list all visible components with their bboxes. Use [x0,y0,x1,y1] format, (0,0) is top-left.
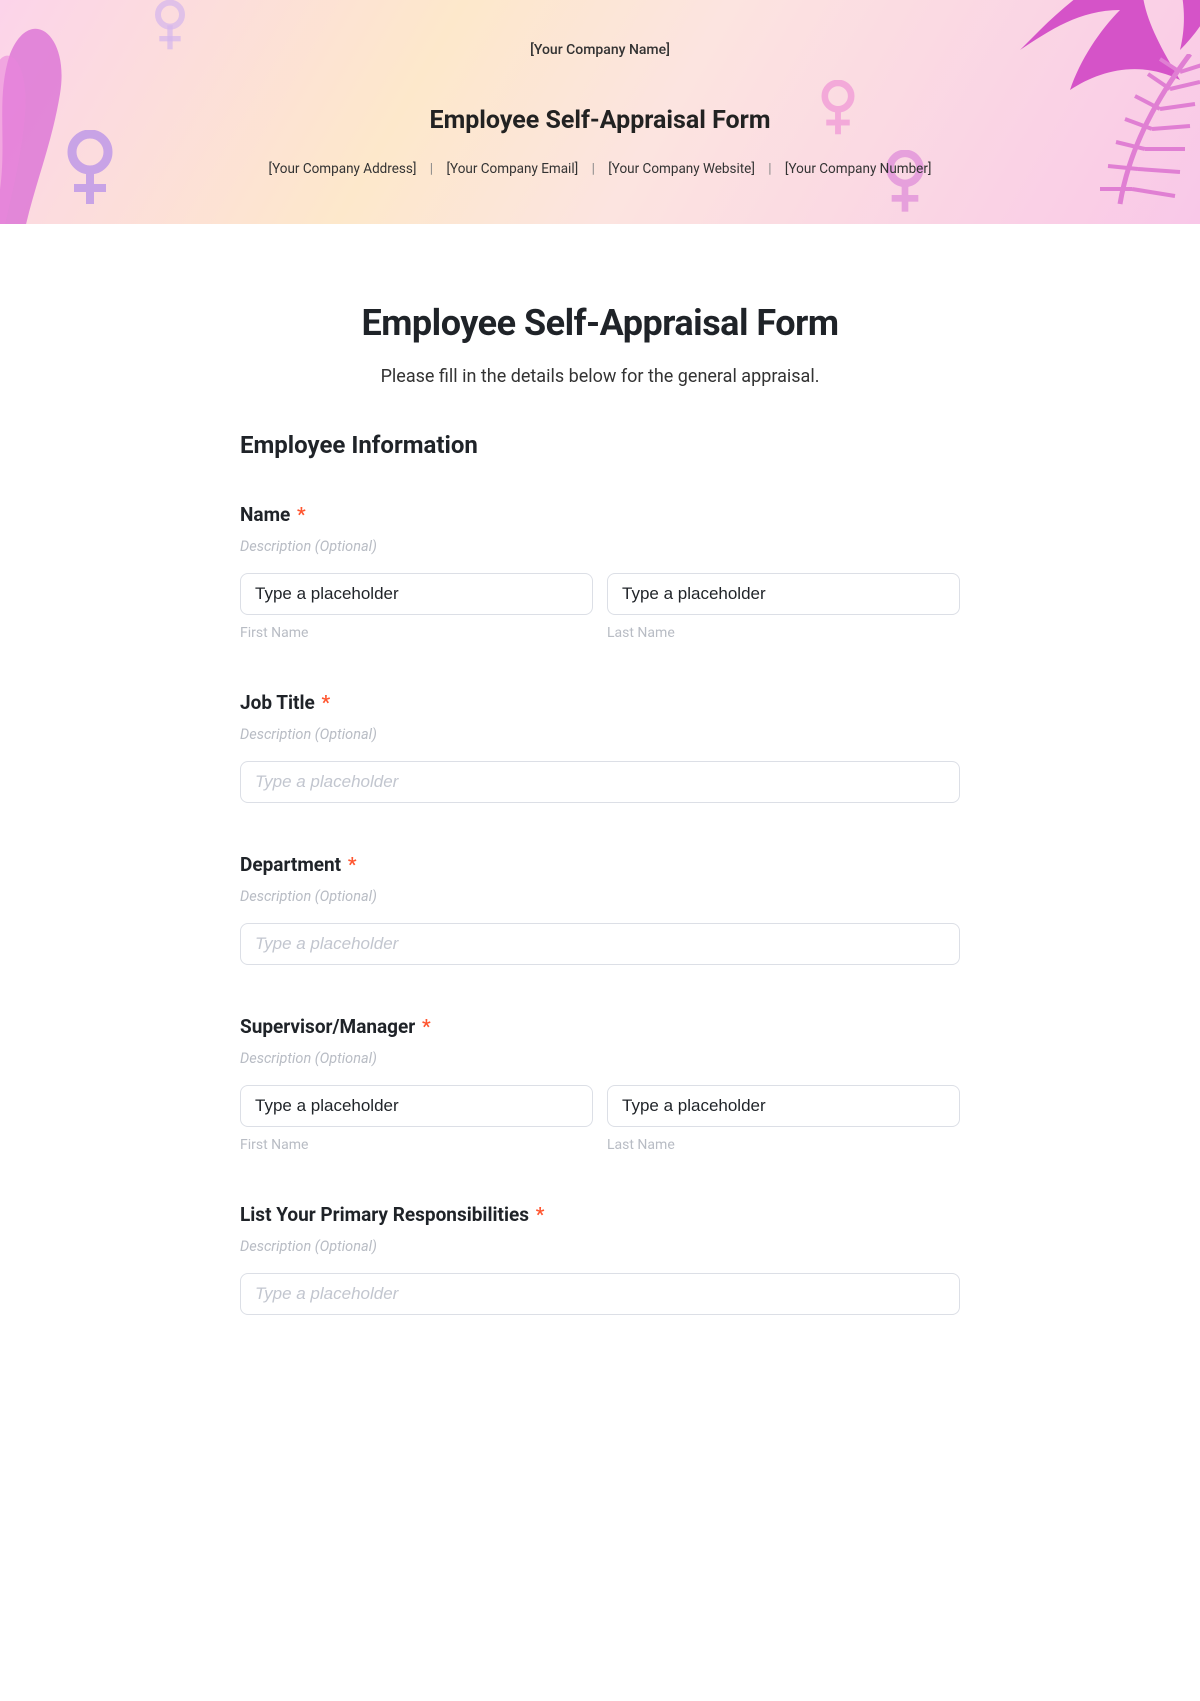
first-name-input[interactable] [240,573,593,615]
form-content: Employee Self-Appraisal Form Please fill… [190,224,1010,1365]
label-text: List Your Primary Responsibilities [240,1203,529,1226]
required-asterisk: * [422,1015,431,1038]
field-supervisor: Supervisor/Manager * Description (Option… [240,1015,960,1153]
field-job-title: Job Title * Description (Optional) [240,691,960,803]
banner-address: [Your Company Address] [269,161,417,177]
field-label-name: Name * [240,503,960,526]
separator: | [430,161,433,177]
label-text: Job Title [240,691,315,714]
supervisor-last-name-input[interactable] [607,1085,960,1127]
department-input[interactable] [240,923,960,965]
field-department: Department * Description (Optional) [240,853,960,965]
required-asterisk: * [536,1203,545,1226]
banner-header: [Your Company Name] Employee Self-Apprai… [0,0,1200,224]
label-text: Department [240,853,341,876]
first-name-sublabel: First Name [240,625,593,641]
banner-email: [Your Company Email] [446,161,578,177]
page-title: Employee Self-Appraisal Form [240,302,960,344]
banner-meta: [Your Company Address] | [Your Company E… [0,161,1200,177]
field-label-responsibilities: List Your Primary Responsibilities * [240,1203,960,1226]
label-text: Supervisor/Manager [240,1015,415,1038]
supervisor-first-name-input[interactable] [240,1085,593,1127]
first-name-sublabel: First Name [240,1137,593,1153]
field-label-department: Department * [240,853,960,876]
required-asterisk: * [348,853,357,876]
job-title-input[interactable] [240,761,960,803]
field-name: Name * Description (Optional) First Name… [240,503,960,641]
field-description[interactable]: Description (Optional) [240,538,960,555]
responsibilities-input[interactable] [240,1273,960,1315]
field-description[interactable]: Description (Optional) [240,726,960,743]
field-description[interactable]: Description (Optional) [240,1050,960,1067]
required-asterisk: * [322,691,331,714]
banner-website: [Your Company Website] [608,161,755,177]
last-name-input[interactable] [607,573,960,615]
banner-title: Employee Self-Appraisal Form [0,106,1200,135]
field-label-supervisor: Supervisor/Manager * [240,1015,960,1038]
label-text: Name [240,503,290,526]
field-description[interactable]: Description (Optional) [240,888,960,905]
separator: | [592,161,595,177]
banner-company-name: [Your Company Name] [0,42,1200,58]
field-responsibilities: List Your Primary Responsibilities * Des… [240,1203,960,1315]
last-name-sublabel: Last Name [607,625,960,641]
required-asterisk: * [297,503,306,526]
field-description[interactable]: Description (Optional) [240,1238,960,1255]
banner-number: [Your Company Number] [785,161,932,177]
field-label-job-title: Job Title * [240,691,960,714]
last-name-sublabel: Last Name [607,1137,960,1153]
separator: | [768,161,771,177]
section-heading-employee-info: Employee Information [240,431,960,459]
page-subtitle: Please fill in the details below for the… [240,366,960,387]
